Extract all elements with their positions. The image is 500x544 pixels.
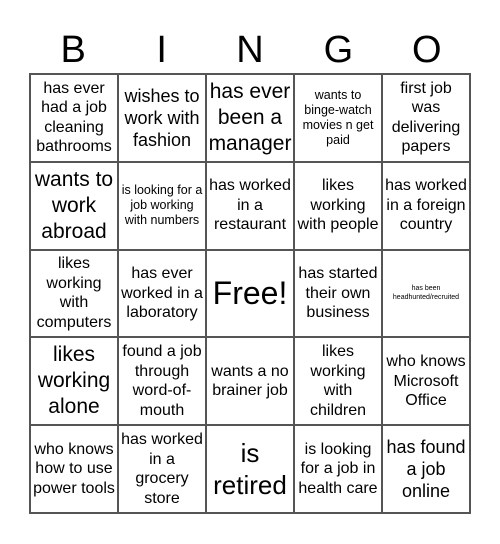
cell-text: has ever worked in a laboratory (121, 265, 203, 322)
cell-text: has ever been a manager (208, 79, 292, 155)
bingo-cell-r1c1[interactable]: has ever had a job cleaning bathrooms (30, 74, 118, 162)
cell-text: is looking for a job working with number… (121, 183, 203, 228)
cell-text: wants to work abroad (34, 167, 114, 243)
cell-text: wishes to work with fashion (124, 85, 200, 150)
bingo-cell-r2c5[interactable]: has worked in a foreign country (382, 161, 470, 250)
header-letter-i: I (156, 29, 167, 71)
bingo-cell-r1c4[interactable]: wants to binge-watch movies n get paid (294, 74, 382, 162)
free-space-cell[interactable]: Free! (206, 249, 294, 338)
bingo-cell-r2c2[interactable]: is looking for a job working with number… (118, 161, 206, 250)
cell-text: likes working with children (309, 343, 367, 419)
cell-text: wants to binge-watch movies n get paid (302, 87, 374, 147)
bingo-cell-r3c2[interactable]: has ever worked in a laboratory (118, 249, 206, 338)
bingo-cell-r4c5[interactable]: who knows Microsoft Office (382, 337, 470, 426)
bingo-cell-r4c4[interactable]: likes working with children (294, 337, 382, 426)
bingo-cell-r2c3[interactable]: has worked in a restaurant (206, 161, 294, 250)
bingo-cell-r4c2[interactable]: found a job through word-of-mouth (118, 337, 206, 426)
cell-text: has worked in a foreign country (385, 177, 467, 234)
cell-text: is looking for a job in health care (298, 440, 378, 497)
cell-text: has started their own business (298, 265, 378, 322)
cell-text: who knows Microsoft Office (386, 353, 466, 410)
bingo-cell-r4c3[interactable]: wants a no brainer job (206, 337, 294, 426)
cell-text: has worked in a restaurant (209, 177, 291, 234)
cell-text: likes working with people (297, 177, 379, 234)
bingo-cell-r1c2[interactable]: wishes to work with fashion (118, 74, 206, 162)
bingo-cell-r4c1[interactable]: likes working alone (30, 337, 118, 426)
bingo-cell-r1c5[interactable]: first job was delivering papers (382, 74, 470, 162)
cell-text: has found a job online (386, 437, 466, 502)
free-space-text: Free! (212, 275, 288, 312)
bingo-cell-r5c5[interactable]: has found a job online (382, 425, 470, 513)
cell-text: likes working alone (37, 343, 111, 419)
bingo-cell-r5c3[interactable]: is retired (206, 425, 294, 513)
cell-text: first job was delivering papers (391, 79, 461, 156)
bingo-grid: has ever had a job cleaning bathrooms wi… (29, 73, 471, 514)
cell-text: found a job through word-of-mouth (122, 343, 202, 419)
cell-text: has worked in a grocery store (121, 431, 203, 507)
bingo-cell-r3c1[interactable]: likes working with computers (30, 249, 118, 338)
header-letter-b: B (60, 29, 86, 71)
header-letter-n: N (236, 29, 264, 71)
bingo-cell-r1c3[interactable]: has ever been a manager (206, 74, 294, 162)
bingo-cell-r2c1[interactable]: wants to work abroad (30, 161, 118, 250)
bingo-cell-r5c2[interactable]: has worked in a grocery store (118, 425, 206, 513)
cell-text: has been headhunted/recruited (392, 285, 460, 302)
bingo-cell-r3c5[interactable]: has been headhunted/recruited (382, 249, 470, 338)
bingo-header: B I N G O (29, 28, 471, 72)
cell-text: is retired (213, 438, 287, 501)
bingo-cell-r5c4[interactable]: is looking for a job in health care (294, 425, 382, 513)
bingo-cell-r5c1[interactable]: who knows how to use power tools (30, 425, 118, 513)
cell-text: likes working with computers (36, 255, 112, 331)
header-letter-o: O (412, 29, 442, 71)
cell-text: who knows how to use power tools (33, 440, 115, 497)
cell-text: wants a no brainer job (211, 362, 289, 400)
bingo-cell-r2c4[interactable]: likes working with people (294, 161, 382, 250)
header-letter-g: G (323, 29, 354, 71)
cell-text: has ever had a job cleaning bathrooms (36, 79, 112, 156)
bingo-cell-r3c4[interactable]: has started their own business (294, 249, 382, 338)
